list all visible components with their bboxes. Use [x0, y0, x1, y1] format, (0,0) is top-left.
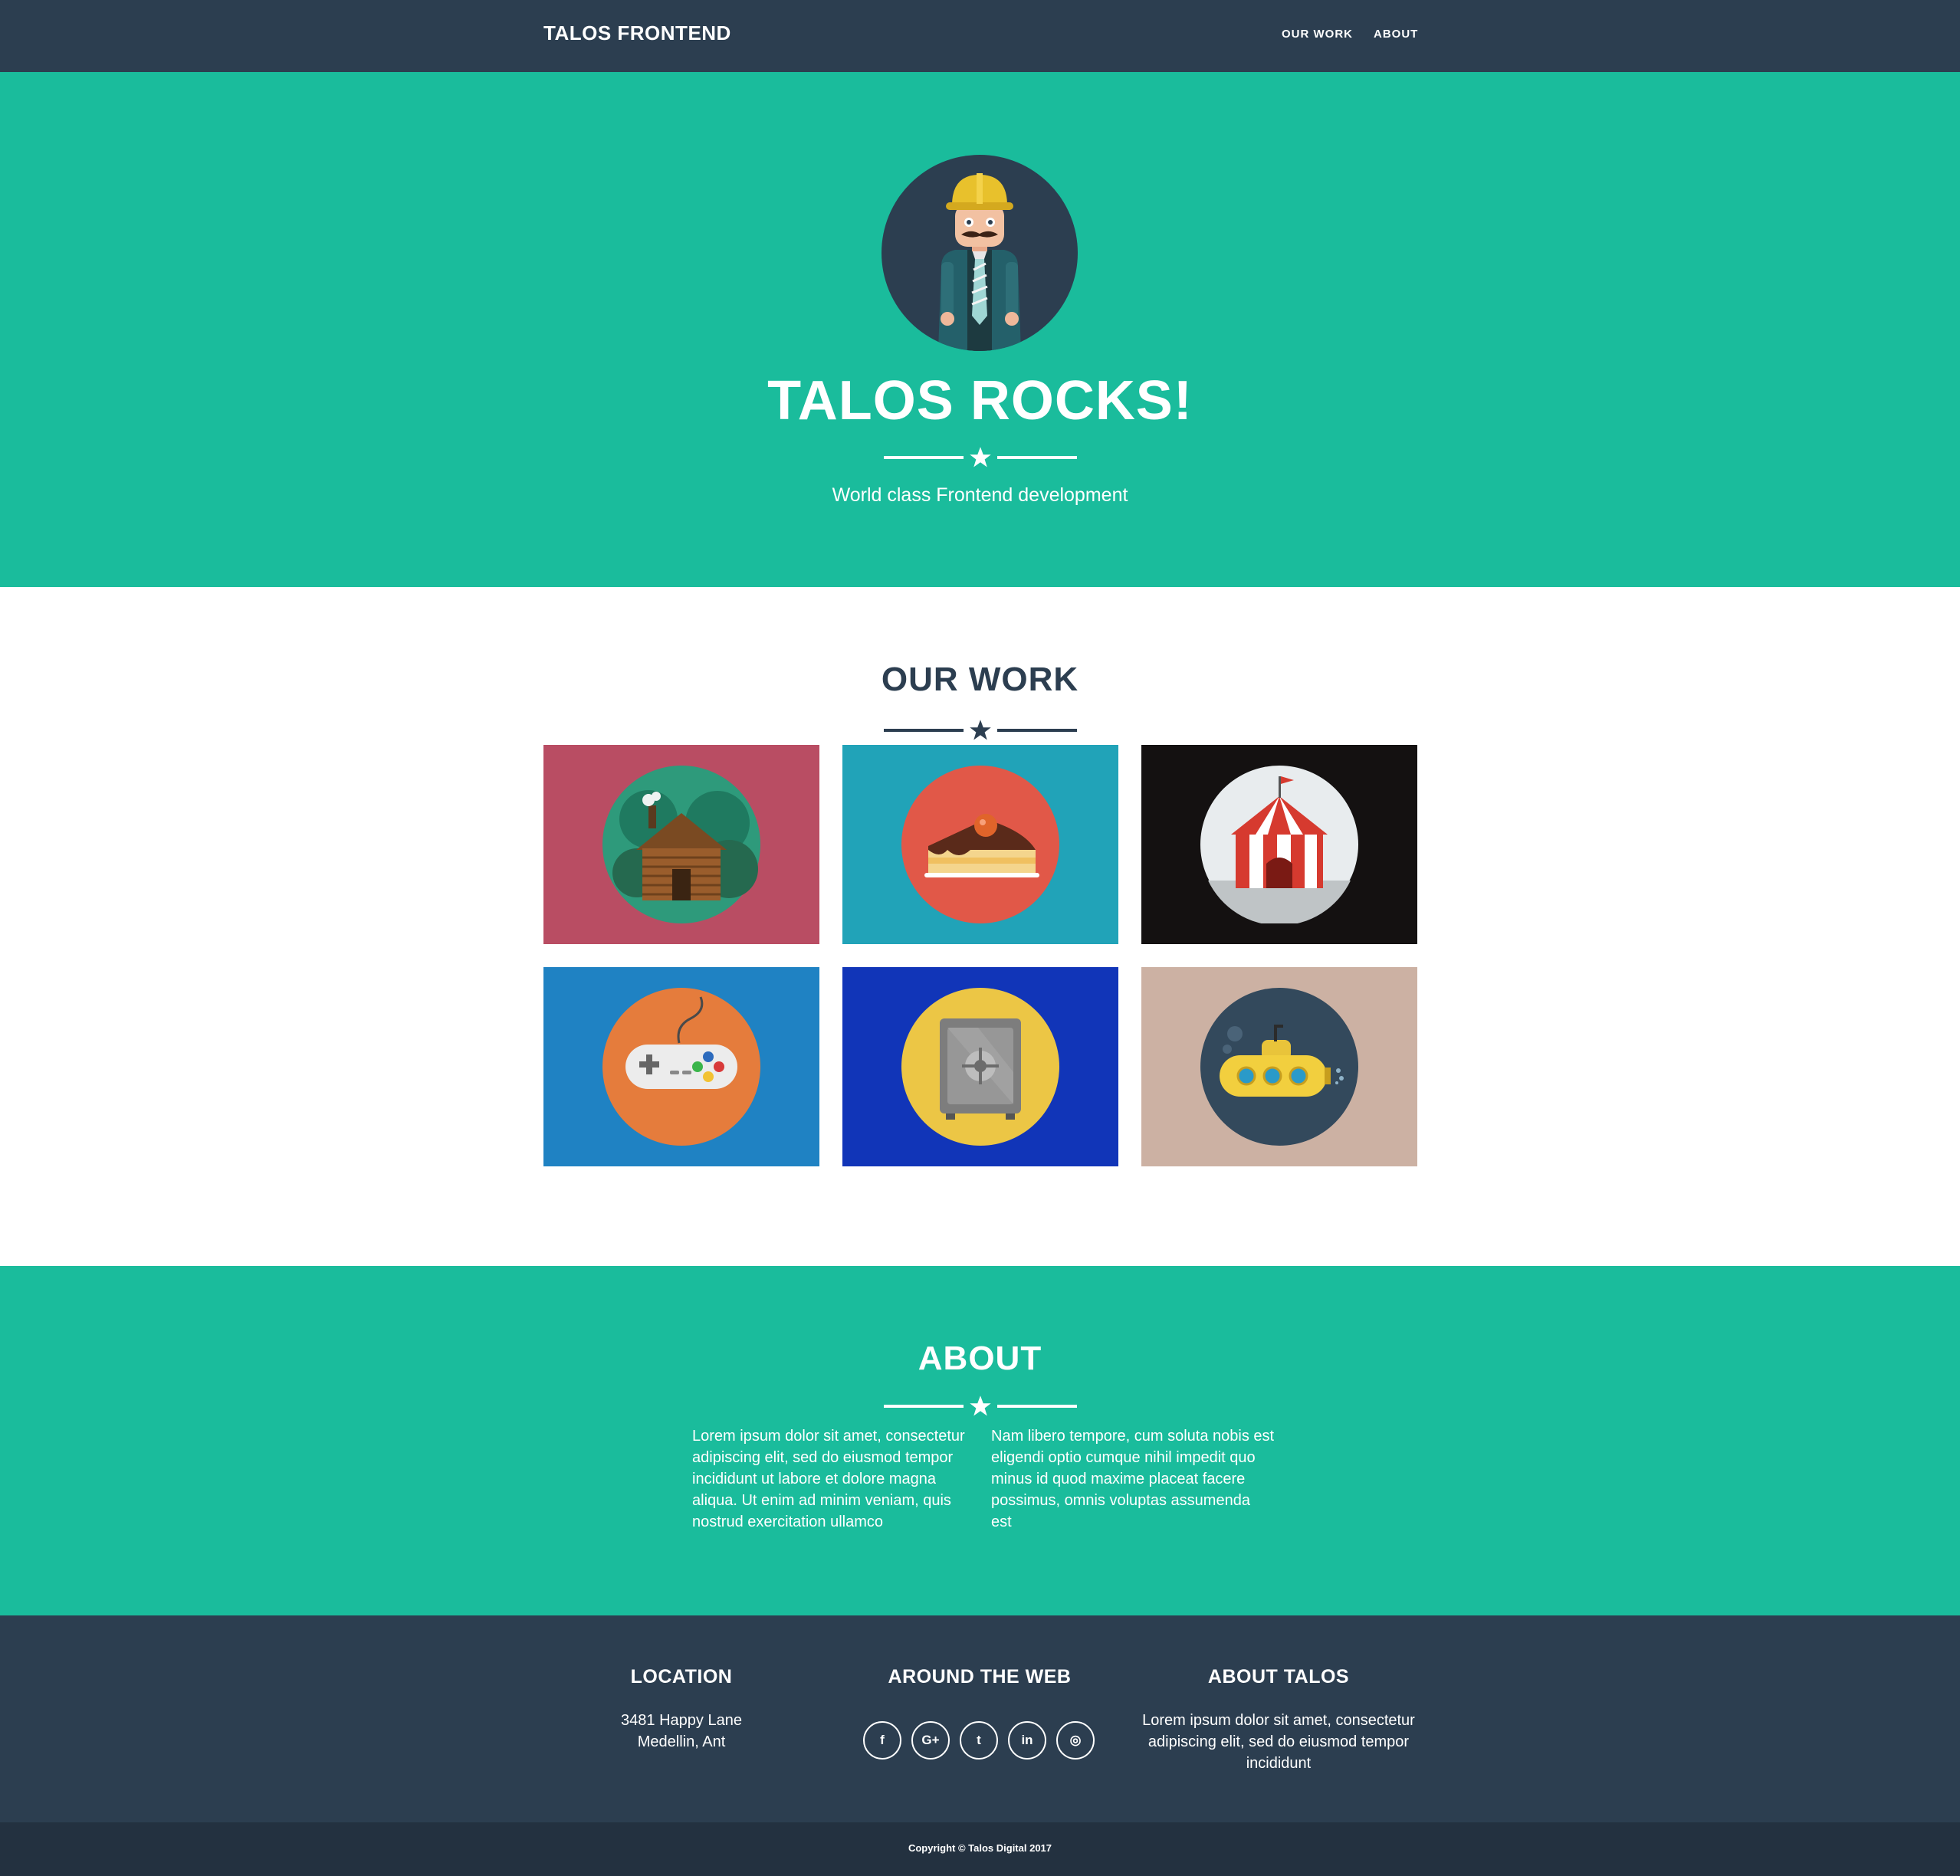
twitter-icon[interactable]: t [960, 1721, 998, 1760]
navbar: TALOS FRONTEND OUR WORK ABOUT [0, 0, 1960, 72]
hero-subtitle: World class Frontend development [832, 484, 1128, 506]
portfolio-item-controller[interactable] [543, 967, 819, 1166]
our-work-section: OUR WORK [0, 587, 1960, 1266]
about-text-right: Nam libero tempore, cum soluta nobis est… [991, 1428, 1275, 1530]
about-divider [884, 1395, 1077, 1418]
circus-tent-icon [1200, 766, 1358, 923]
about-text-left: Lorem ipsum dolor sit amet, consectetur … [692, 1428, 965, 1530]
about-section: ABOUT Lorem ipsum dolor sit amet, consec… [0, 1266, 1960, 1615]
dribbble-icon[interactable]: ◎ [1056, 1721, 1095, 1760]
cake-icon [901, 766, 1059, 923]
portfolio-item-safe[interactable] [842, 967, 1118, 1166]
game-controller-icon [602, 988, 760, 1146]
social-links: f G+ t in ◎ [863, 1721, 1096, 1761]
linkedin-icon[interactable]: in [1008, 1721, 1046, 1760]
address-line: 3481 Happy Lane [621, 1712, 742, 1729]
footer-heading: ABOUT TALOS [1207, 1666, 1350, 1687]
address-line: Medellin, Ant [637, 1733, 726, 1750]
portfolio-item-cabin[interactable] [543, 745, 819, 944]
copyright-text: Copyright © Talos Digital 2017 [908, 1842, 1052, 1854]
star-icon [970, 1396, 991, 1416]
copyright-bar: Copyright © Talos Digital 2017 [0, 1822, 1960, 1876]
google-plus-icon[interactable]: G+ [911, 1721, 950, 1760]
hero-title: TALOS ROCKS! [767, 370, 1193, 431]
footer-heading: AROUND THE WEB [888, 1666, 1072, 1687]
footer-heading: LOCATION [630, 1666, 733, 1687]
hero-section: TALOS ROCKS! World class Frontend develo… [0, 72, 1960, 587]
portfolio-item-submarine[interactable] [1141, 967, 1417, 1166]
engineer-avatar-icon [938, 173, 1021, 351]
cabin-icon [602, 766, 760, 923]
nav-link-our-work[interactable]: OUR WORK [1282, 28, 1353, 41]
footer: LOCATION 3481 Happy Lane Medellin, Ant A… [0, 1615, 1960, 1822]
nav-link-about[interactable]: ABOUT [1374, 28, 1418, 41]
portfolio-item-circus[interactable] [1141, 745, 1417, 944]
avatar [882, 155, 1078, 351]
brand-link[interactable]: TALOS FRONTEND [543, 21, 731, 45]
section-title: ABOUT [918, 1340, 1042, 1377]
section-title: OUR WORK [881, 661, 1079, 698]
safe-icon [901, 988, 1059, 1146]
work-divider [884, 719, 1077, 742]
footer-around-web: AROUND THE WEB [826, 1666, 1133, 1688]
facebook-icon[interactable]: f [863, 1721, 901, 1760]
hero-divider [884, 446, 1077, 469]
star-icon [970, 720, 991, 740]
footer-location: LOCATION 3481 Happy Lane Medellin, Ant [528, 1666, 835, 1753]
submarine-icon [1200, 988, 1358, 1146]
star-icon [970, 447, 991, 467]
portfolio-item-cake[interactable] [842, 745, 1118, 944]
footer-about-talos: ABOUT TALOS Lorem ipsum dolor sit amet, … [1124, 1666, 1433, 1774]
footer-about-text: Lorem ipsum dolor sit amet, consectetur … [1142, 1712, 1415, 1772]
